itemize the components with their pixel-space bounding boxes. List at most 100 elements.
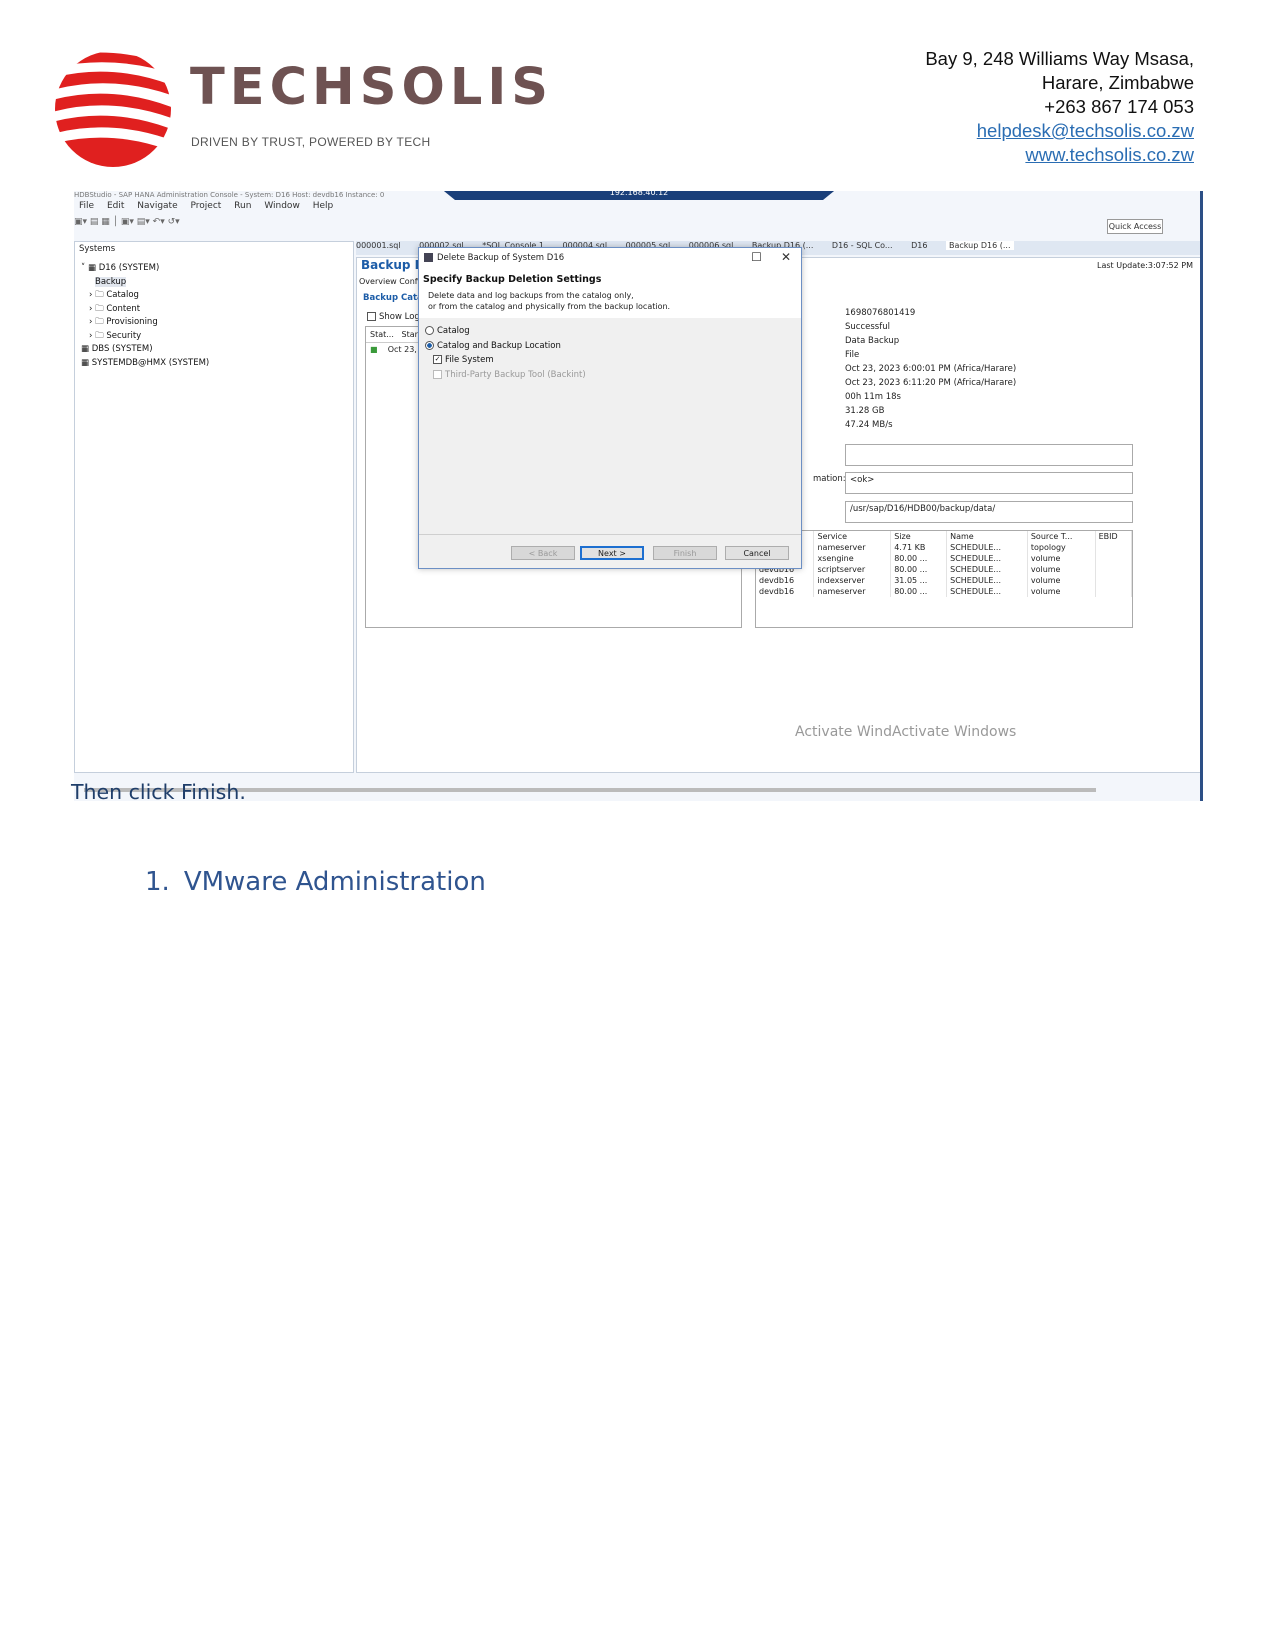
activate-windows-watermark: Activate WindActivate Windows (795, 724, 1017, 740)
table-cell: nameserver (813, 586, 892, 597)
table-cell: 4.71 KB (890, 542, 948, 553)
menu-file[interactable]: File (79, 201, 94, 211)
subtab-overview[interactable]: Overview (359, 277, 397, 286)
table-cell (1095, 542, 1133, 553)
info-label: mation: (813, 474, 846, 484)
back-button: < Back (511, 546, 575, 560)
quick-access-input[interactable]: Quick Access (1107, 219, 1163, 234)
table-cell: SCHEDULE... (946, 553, 1028, 564)
detail-throughput: 47.24 MB/s (845, 420, 893, 430)
menu-window[interactable]: Window (264, 201, 300, 211)
comment-field[interactable] (845, 444, 1133, 466)
dialog-description: Delete data and log backups from the cat… (428, 290, 670, 312)
menu-project[interactable]: Project (191, 201, 222, 211)
tree-item-backup[interactable]: Backup (81, 276, 209, 290)
menu-help[interactable]: Help (313, 201, 334, 211)
column-header[interactable]: Name (946, 531, 1028, 542)
table-cell: 80.00 ... (890, 564, 948, 575)
remote-session-bar: 192.168.40.12 (439, 191, 839, 200)
table-cell: topology (1027, 542, 1096, 553)
table-cell: xsengine (813, 553, 892, 564)
menu-navigate[interactable]: Navigate (137, 201, 177, 211)
maximize-icon[interactable]: ☐ (751, 250, 762, 264)
detail-duration: 00h 11m 18s (845, 392, 901, 402)
column-header[interactable]: Source T... (1027, 531, 1096, 542)
dialog-title: Delete Backup of System D16 (437, 253, 565, 263)
website-link[interactable]: www.techsolis.co.zw (925, 143, 1194, 167)
deletion-options: Catalog Catalog and Backup Location ✓ Fil… (425, 324, 586, 382)
table-row[interactable]: nameserver 4.71 KB SCHEDULE... topology (756, 542, 1133, 553)
tab-systems[interactable]: Systems (79, 244, 115, 254)
tree-label: D16 (SYSTEM) (98, 263, 160, 273)
address-line-2: Harare, Zimbabwe (1041, 72, 1194, 93)
brand-name: TECHSOLIS (190, 58, 554, 117)
menu-edit[interactable]: Edit (107, 201, 124, 211)
table-cell (1095, 553, 1133, 564)
table-row[interactable]: devdb16 scriptserver 80.00 ... SCHEDULE... v… (756, 564, 1133, 575)
tree-item-systemdb[interactable]: ▦ SYSTEMDB@HMX (SYSTEM) (81, 357, 209, 371)
table-row[interactable]: devdb16 indexserver 31.05 ... SCHEDULE... vo… (756, 575, 1133, 586)
tree-item-dbs[interactable]: ▦ DBS (SYSTEM) (81, 343, 209, 357)
table-row[interactable]: devdb16xsengine80.00 ...SCHEDULE...volum… (756, 553, 1133, 564)
menu-bar: File Edit Navigate Project Run Window He… (74, 201, 338, 215)
dialog-heading: Specify Backup Deletion Settings (423, 274, 602, 285)
table-cell: 80.00 ... (890, 553, 948, 564)
radio-circle[interactable] (425, 326, 434, 335)
checkbox-checked[interactable]: ✓ (433, 355, 442, 364)
email-link[interactable]: helpdesk@techsolis.co.zw (925, 119, 1194, 143)
techsolis-logo-mark (52, 48, 174, 170)
delete-backup-dialog: Delete Backup of System D16 ☐ ✕ Specify … (418, 247, 802, 569)
checkbox-box[interactable] (367, 312, 376, 321)
tree-item-content[interactable]: › 🗀 Content (81, 303, 209, 317)
detail-status: Successful (845, 322, 890, 332)
cancel-button[interactable]: Cancel (725, 546, 789, 560)
next-button[interactable]: Next > (580, 546, 644, 560)
table-header: Service Size Name Source T... EBID (756, 531, 1133, 542)
menu-run[interactable]: Run (234, 201, 251, 211)
tree-item-provisioning[interactable]: › 🗀 Provisioning (81, 316, 209, 330)
dialog-app-icon (424, 253, 433, 262)
column-header[interactable]: Stat... (370, 330, 394, 339)
table-row[interactable]: devdb16 nameserver 80.00 ... SCHEDULE... vol… (756, 586, 1133, 597)
section-title: VMware Administration (183, 867, 486, 897)
editor-tab[interactable]: D16 (911, 241, 927, 250)
info-field[interactable]: <ok> (845, 472, 1133, 494)
tree-item-d16[interactable]: ˅ ▦ D16 (SYSTEM) (81, 262, 209, 276)
column-header[interactable]: Size (890, 531, 948, 542)
detail-id: 1698076801419 (845, 308, 916, 318)
tree-label: Content (106, 303, 141, 314)
path-field[interactable]: /usr/sap/D16/HDB00/backup/data/ (845, 501, 1133, 523)
editor-tab[interactable]: 000001.sql (356, 241, 401, 250)
instruction-text: Then click Finish. (71, 780, 246, 804)
finish-button: Finish (653, 546, 717, 560)
checkbox-third-party: Third-Party Backup Tool (Backint) (425, 368, 586, 383)
tree-item-catalog[interactable]: › 🗀 Catalog (81, 289, 209, 303)
radio-circle-selected[interactable] (425, 340, 434, 350)
table-cell (1095, 564, 1133, 575)
close-icon[interactable]: ✕ (781, 250, 791, 264)
table-cell (1095, 586, 1133, 597)
editor-tab[interactable]: D16 - SQL Co... (832, 241, 893, 250)
description-line: Delete data and log backups from the cat… (428, 291, 634, 300)
column-header[interactable]: Service (813, 531, 892, 542)
checkbox-label: Third-Party Backup Tool (Backint) (445, 369, 586, 380)
toolbar-icons[interactable]: ▣▾ ▤ ▦ │ ▣▾ ▤▾ ↶▾ ↺▾ (74, 217, 180, 227)
tree-label: Provisioning (106, 317, 158, 327)
table-cell: volume (1027, 553, 1096, 564)
section-heading: 1. VMware Administration (145, 867, 486, 897)
editor-tab-active[interactable]: Backup D16 (... (946, 241, 1014, 250)
hana-studio-screenshot: HDBStudio - SAP HANA Administration Cons… (74, 191, 1203, 801)
tree-label: Security (106, 330, 142, 341)
column-header[interactable]: EBID (1095, 531, 1133, 542)
table-cell: nameserver (813, 542, 892, 553)
tree-item-security[interactable]: › 🗀 Security (81, 330, 209, 344)
tree-label: SYSTEMDB@HMX (SYSTEM) (91, 357, 210, 368)
checkbox-disabled (433, 369, 442, 379)
radio-catalog-and-location[interactable]: Catalog and Backup Location (425, 339, 586, 354)
radio-catalog[interactable]: Catalog (425, 324, 586, 339)
detail-type: Data Backup (845, 336, 900, 346)
section-number: 1. (145, 867, 170, 897)
checkbox-file-system[interactable]: ✓ File System (425, 353, 586, 368)
table-cell: volume (1027, 586, 1096, 597)
toolbar: ▣▾ ▤ ▦ │ ▣▾ ▤▾ ↶▾ ↺▾ (74, 217, 1200, 233)
